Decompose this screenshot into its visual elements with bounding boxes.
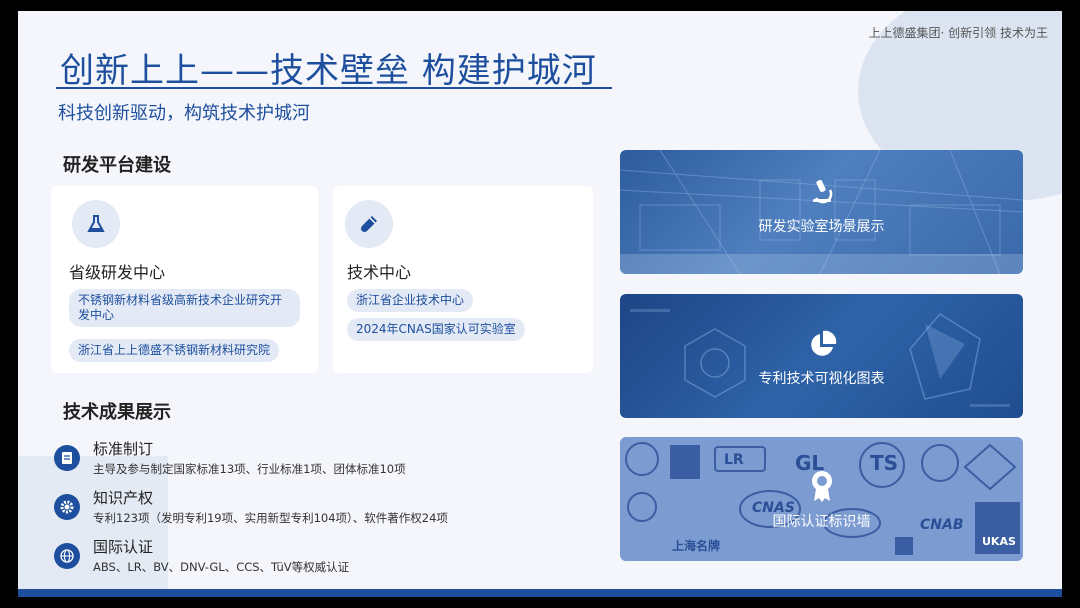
flask-icon: [72, 200, 120, 248]
cert-logo: TS: [870, 451, 899, 475]
microscope-icon: [810, 178, 834, 208]
test-tube-icon: [345, 200, 393, 248]
achievement-title: 知识产权: [93, 489, 154, 507]
globe-icon: [54, 543, 80, 569]
lab-scene-panel[interactable]: 研发实验室场景展示: [620, 150, 1023, 274]
cert-logo: LR: [724, 452, 744, 468]
lab-scene-image: [620, 150, 1023, 274]
document-icon: [54, 445, 80, 471]
panel-label: 国际认证标识墙: [772, 514, 871, 530]
patent-chart-panel[interactable]: 专利技术可视化图表: [620, 294, 1023, 418]
cert-logo: UKAS: [982, 535, 1016, 548]
brand-tagline: 上上德盛集团· 创新引领 技术为王: [868, 26, 1048, 40]
achievements-heading: 技术成果展示: [63, 402, 171, 423]
title-underline: [56, 87, 612, 89]
certification-wall-panel[interactable]: GL TS LR CNAS CNAB UKAS 上海名牌 国际认证标识墙: [620, 437, 1023, 561]
rd-chip: 浙江省上上德盛不锈钢新材料研究院: [69, 339, 280, 362]
rd-card-provincial: 省级研发中心 不锈钢新材料省级高新技术企业研究开发中心 浙江省上上德盛不锈钢新材…: [51, 186, 318, 373]
slide: 上上德盛集团· 创新引领 技术为王 创新上上——技术壁垒 构建护城河 科技创新驱…: [18, 11, 1062, 597]
card-title: 技术中心: [347, 263, 412, 282]
achievement-desc: 主导及参与制定国家标准13项、行业标准1项、团体标准10项: [93, 462, 406, 476]
page-subtitle: 科技创新驱动，构筑技术护城河: [58, 103, 310, 124]
gear-icon: [54, 494, 80, 520]
rd-chip: 不锈钢新材料省级高新技术企业研究开发中心: [69, 289, 300, 327]
achievement-desc: ABS、LR、BV、DNV-GL、CCS、TüV等权威认证: [93, 560, 350, 574]
pie-chart-icon: [807, 330, 837, 364]
bottom-accent-bar: [18, 589, 1062, 597]
rd-card-tech-center: 技术中心 浙江省企业技术中心 2024年CNAS国家认可实验室: [333, 186, 593, 373]
rd-section-heading: 研发平台建设: [63, 155, 171, 176]
page-title: 创新上上——技术壁垒 构建护城河: [60, 51, 597, 91]
achievement-desc: 专利123项（发明专利19项、实用新型专利104项）、软件著作权24项: [93, 511, 448, 525]
card-title: 省级研发中心: [69, 263, 166, 282]
cert-logo: 上海名牌: [672, 539, 721, 553]
certificate-icon: [809, 469, 835, 507]
achievement-title: 标准制订: [93, 440, 154, 458]
rd-chip: 浙江省企业技术中心: [347, 289, 474, 312]
panel-label: 专利技术可视化图表: [758, 371, 885, 387]
panel-label: 研发实验室场景展示: [758, 219, 885, 235]
decorative-block: [18, 456, 168, 597]
rd-chip: 2024年CNAS国家认可实验室: [347, 318, 525, 341]
achievement-title: 国际认证: [93, 538, 154, 556]
